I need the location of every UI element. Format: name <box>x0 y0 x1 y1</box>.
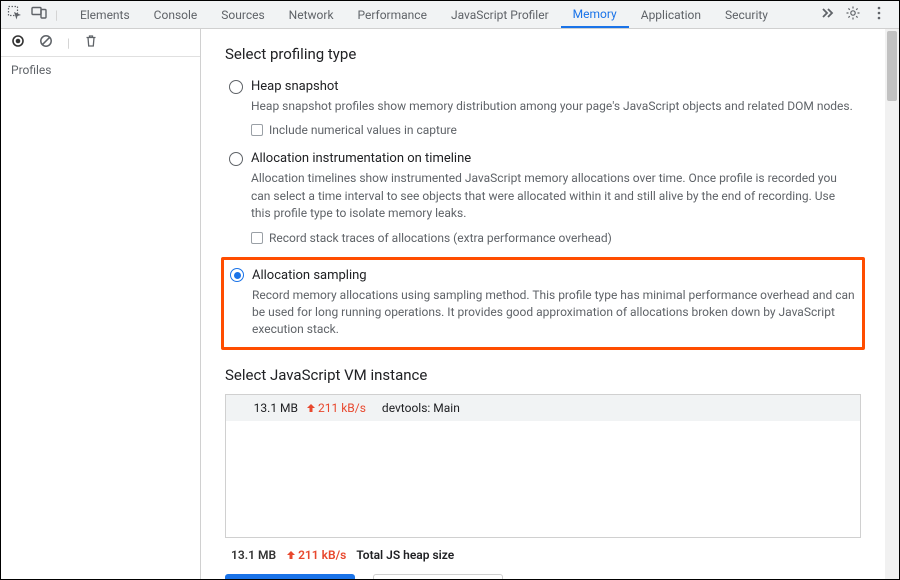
vm-name: devtools: Main <box>382 401 460 415</box>
trash-icon[interactable] <box>84 34 98 51</box>
profiling-type-group: Heap snapshot Heap snapshot profiles sho… <box>225 73 861 354</box>
heap-summary: 13.1 MB 211 kB/s Total JS heap size <box>225 538 861 574</box>
start-button[interactable]: Start <box>225 574 355 579</box>
scrollbar[interactable] <box>885 29 899 579</box>
topbar-trailing <box>813 5 893 24</box>
arrow-up-icon <box>286 550 296 560</box>
tab-application[interactable]: Application <box>629 1 713 28</box>
option-timeline-sub[interactable]: Record stack traces of allocations (extr… <box>251 231 857 245</box>
sidebar-section-profiles[interactable]: Profiles <box>1 57 200 83</box>
action-buttons: Start Load <box>225 574 861 579</box>
kebab-icon[interactable] <box>871 5 887 24</box>
arrow-up-icon <box>306 403 316 413</box>
more-tabs-icon[interactable] <box>819 5 835 24</box>
heading-profiling-type: Select profiling type <box>225 45 861 63</box>
summary-rate: 211 kB/s <box>286 548 346 562</box>
tab-performance[interactable]: Performance <box>346 1 439 28</box>
tab-sources[interactable]: Sources <box>209 1 276 28</box>
option-sampling-desc: Record memory allocations using sampling… <box>252 287 856 339</box>
option-timeline-desc: Allocation timelines show instrumented J… <box>251 170 857 222</box>
devtools-topbar: | Elements Console Sources Network Perfo… <box>1 1 899 29</box>
option-allocation-sampling[interactable]: Allocation sampling Record memory alloca… <box>221 257 865 350</box>
option-heap-title: Heap snapshot <box>251 79 339 94</box>
vm-instance-row[interactable]: 13.1 MB 211 kB/s devtools: Main <box>226 395 860 421</box>
sidebar: | Profiles <box>1 29 201 579</box>
option-timeline-title: Allocation instrumentation on timeline <box>251 151 471 166</box>
option-heap-desc: Heap snapshot profiles show memory distr… <box>251 98 857 115</box>
record-icon[interactable] <box>11 34 25 51</box>
tab-elements[interactable]: Elements <box>68 1 142 28</box>
vm-rate: 211 kB/s <box>306 401 366 415</box>
option-sampling-title: Allocation sampling <box>252 268 367 283</box>
main-panel: Select profiling type Heap snapshot Heap… <box>201 29 899 579</box>
checkbox-include-numerical[interactable] <box>251 124 263 136</box>
checkbox-include-numerical-label: Include numerical values in capture <box>269 123 457 137</box>
option-heap-sub[interactable]: Include numerical values in capture <box>251 123 857 137</box>
radio-timeline[interactable] <box>229 152 243 166</box>
tab-network[interactable]: Network <box>277 1 346 28</box>
option-heap-snapshot[interactable]: Heap snapshot Heap snapshot profiles sho… <box>225 73 861 143</box>
tab-console[interactable]: Console <box>142 1 210 28</box>
option-allocation-timeline[interactable]: Allocation instrumentation on timeline A… <box>225 145 861 250</box>
tab-security[interactable]: Security <box>713 1 780 28</box>
inspect-icon[interactable] <box>7 5 23 24</box>
clear-icon[interactable] <box>39 34 53 51</box>
vm-mem: 13.1 MB <box>236 401 298 415</box>
panel-tabs: Elements Console Sources Network Perform… <box>68 1 813 28</box>
radio-sampling[interactable] <box>230 268 244 282</box>
gear-icon[interactable] <box>845 5 861 24</box>
checkbox-stack-traces-label: Record stack traces of allocations (extr… <box>269 231 612 245</box>
topbar-leading: | <box>7 5 68 24</box>
device-toggle-icon[interactable] <box>31 5 47 24</box>
checkbox-stack-traces[interactable] <box>251 232 263 244</box>
tab-memory[interactable]: Memory <box>561 1 629 28</box>
tab-js-profiler[interactable]: JavaScript Profiler <box>439 1 561 28</box>
summary-label: Total JS heap size <box>356 548 454 562</box>
summary-mem: 13.1 MB <box>231 548 276 562</box>
heading-vm-instance: Select JavaScript VM instance <box>225 366 861 384</box>
sidebar-toolbar: | <box>1 29 200 57</box>
radio-heap[interactable] <box>229 80 243 94</box>
load-button[interactable]: Load <box>373 574 503 579</box>
vm-instance-list: 13.1 MB 211 kB/s devtools: Main <box>225 394 861 538</box>
